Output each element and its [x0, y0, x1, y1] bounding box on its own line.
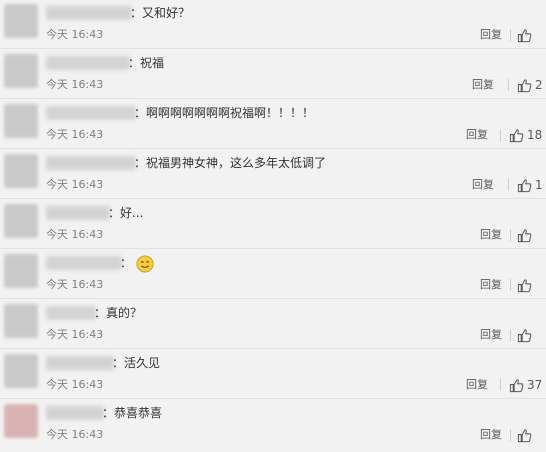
separator — [508, 79, 509, 91]
comment-text: ：真的？ — [94, 306, 143, 320]
reply-button[interactable]: 回复 — [480, 277, 502, 293]
avatar[interactable] — [4, 104, 38, 138]
like-count: 37 — [527, 378, 543, 392]
username-blurred[interactable] — [46, 56, 130, 70]
thumbs-up-icon — [517, 178, 532, 192]
like-button[interactable]: 2 — [502, 76, 543, 94]
comment-row: ： 今天 16:43 回复 — [0, 250, 546, 299]
like-count: 2 — [535, 78, 543, 92]
comment-row: ：真的？ 今天 16:43 回复 — [0, 300, 546, 349]
username-blurred[interactable] — [46, 156, 136, 170]
comment-row: ：恭喜恭喜 今天 16:43 回复 — [0, 400, 546, 449]
username-blurred[interactable] — [46, 256, 122, 270]
reply-button[interactable]: 回复 — [480, 327, 502, 343]
like-button[interactable] — [510, 276, 535, 294]
comment-list: ：又和好？ 今天 16:43 回复 ：祝福 今天 16:43 回复 2 ：啊啊啊… — [0, 0, 546, 452]
thumbs-up-icon — [517, 28, 532, 42]
comment-time: 今天 16:43 — [46, 78, 104, 91]
comment-text: ：好... — [108, 206, 144, 220]
separator — [500, 129, 501, 141]
avatar[interactable] — [4, 254, 38, 288]
thumbs-up-icon — [517, 428, 532, 442]
like-button[interactable] — [510, 426, 535, 444]
like-button[interactable]: 1 — [502, 176, 543, 194]
thumbs-up-icon — [517, 228, 532, 242]
username-blurred[interactable] — [46, 106, 136, 120]
separator — [510, 329, 511, 341]
reply-button[interactable]: 回复 — [480, 227, 502, 243]
avatar[interactable] — [4, 54, 38, 88]
comment-time: 今天 16:43 — [46, 28, 104, 41]
comment-text: ：恭喜恭喜 — [102, 406, 163, 420]
reply-button[interactable]: 回复 — [472, 177, 494, 193]
like-count: 1 — [535, 178, 543, 192]
separator — [508, 179, 509, 191]
like-button[interactable]: 37 — [494, 376, 542, 394]
avatar[interactable] — [4, 354, 38, 388]
comment-time: 今天 16:43 — [46, 228, 104, 241]
comment-prefix: ： — [120, 256, 133, 270]
separator — [500, 379, 501, 391]
reply-button[interactable]: 回复 — [472, 77, 494, 93]
thumbs-up-icon — [517, 78, 532, 92]
avatar[interactable] — [4, 304, 38, 338]
comment-time: 今天 16:43 — [46, 378, 104, 391]
username-blurred[interactable] — [46, 306, 96, 320]
comment-row: ：活久见 今天 16:43 回复 37 — [0, 350, 546, 399]
avatar[interactable] — [4, 404, 38, 438]
comment-row: ：祝福男神女神，这么多年太低调了 今天 16:43 回复 1 — [0, 150, 546, 199]
reply-button[interactable]: 回复 — [480, 27, 502, 43]
avatar[interactable] — [4, 154, 38, 188]
thumbs-up-icon — [517, 328, 532, 342]
comment-time: 今天 16:43 — [46, 178, 104, 191]
comment-time: 今天 16:43 — [46, 428, 104, 441]
comment-row: ：又和好？ 今天 16:43 回复 — [0, 0, 546, 49]
avatar[interactable] — [4, 4, 38, 38]
avatar[interactable] — [4, 204, 38, 238]
like-button[interactable] — [510, 26, 535, 44]
comment-time: 今天 16:43 — [46, 328, 104, 341]
smile-emoji-icon — [136, 254, 154, 273]
comment-row: ：祝福 今天 16:43 回复 2 — [0, 50, 546, 99]
separator — [510, 29, 511, 41]
like-button[interactable] — [510, 326, 535, 344]
like-count: 18 — [527, 128, 543, 142]
comment-time: 今天 16:43 — [46, 278, 104, 291]
username-blurred[interactable] — [46, 6, 132, 20]
separator — [510, 429, 511, 441]
thumbs-up-icon — [509, 128, 524, 142]
reply-button[interactable]: 回复 — [466, 377, 488, 393]
comment-text: ：又和好？ — [130, 6, 191, 20]
like-button[interactable] — [510, 226, 535, 244]
username-blurred[interactable] — [46, 356, 114, 370]
separator — [510, 229, 511, 241]
thumbs-up-icon — [517, 278, 532, 292]
comment-row: ：啊啊啊啊啊啊啊祝福啊！！！！ 今天 16:43 回复 18 — [0, 100, 546, 149]
comment-text: ：活久见 — [112, 356, 161, 370]
comment-text: ： — [120, 254, 154, 273]
comment-text: ：祝福 — [128, 56, 165, 70]
reply-button[interactable]: 回复 — [480, 427, 502, 443]
username-blurred[interactable] — [46, 206, 110, 220]
reply-button[interactable]: 回复 — [466, 127, 488, 143]
like-button[interactable]: 18 — [494, 126, 542, 144]
separator — [510, 279, 511, 291]
comment-text: ：祝福男神女神，这么多年太低调了 — [134, 156, 327, 170]
comment-row: ：好... 今天 16:43 回复 — [0, 200, 546, 249]
username-blurred[interactable] — [46, 406, 104, 420]
comment-time: 今天 16:43 — [46, 128, 104, 141]
comment-text: ：啊啊啊啊啊啊啊祝福啊！！！！ — [134, 106, 315, 120]
thumbs-up-icon — [509, 378, 524, 392]
